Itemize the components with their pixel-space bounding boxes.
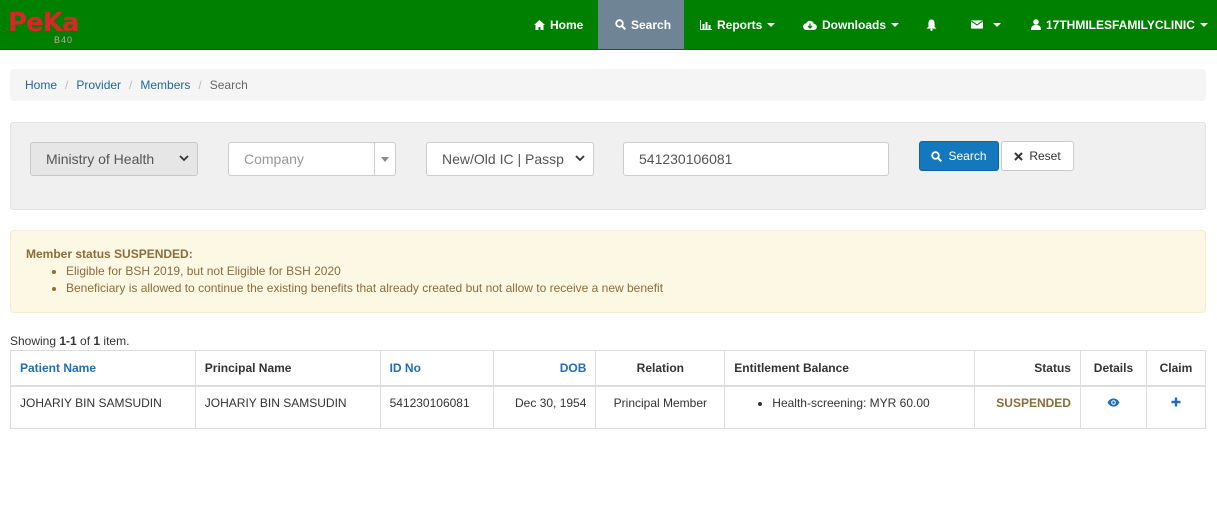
results-summary: Showing 1-1 of 1 item. — [10, 334, 129, 348]
id-number-value: 541230106081 — [639, 151, 733, 167]
breadcrumb-provider[interactable]: Provider — [76, 78, 121, 92]
cell-entitlement: Health-screening: MYR 60.00 — [724, 385, 975, 429]
search-button[interactable]: Search — [919, 141, 999, 171]
remove-icon — [1014, 151, 1024, 161]
search-icon — [931, 150, 943, 162]
chevron-down-icon — [575, 155, 585, 162]
logo-subtext: B40 — [54, 35, 74, 45]
table-header-row: Patient Name Principal Name ID No DOB Re… — [10, 350, 1207, 387]
breadcrumb-home[interactable]: Home — [25, 78, 57, 92]
column-header-id-no[interactable]: ID No — [379, 350, 494, 387]
entitlement-item: Health-screening: MYR 60.00 — [772, 396, 965, 410]
nav-reports-label: Reports — [717, 17, 763, 32]
nav-home-label: Home — [550, 17, 584, 32]
nav-search-label: Search — [631, 17, 672, 32]
column-header-patient-name[interactable]: Patient Name — [10, 350, 196, 387]
company-combobox[interactable]: Company — [228, 142, 396, 176]
column-header-relation: Relation — [595, 350, 726, 387]
id-type-select[interactable]: New/Old IC | Passp — [426, 142, 594, 176]
summary-prefix: Showing — [10, 334, 60, 348]
column-header-claim: Claim — [1145, 350, 1207, 387]
chevron-down-icon — [767, 22, 776, 27]
chevron-down-icon — [891, 22, 900, 27]
column-header-status: Status — [974, 350, 1081, 387]
column-header-principal-name: Principal Name — [194, 350, 381, 387]
breadcrumb: Home / Provider / Members / Search — [10, 69, 1206, 101]
agency-select[interactable]: Ministry of Health — [30, 142, 198, 176]
table-row: JOHARIY BIN SAMSUDIN JOHARIY BIN SAMSUDI… — [10, 385, 1207, 429]
home-icon — [534, 19, 545, 30]
agency-select-value: Ministry of Health — [46, 151, 155, 167]
nav-reports[interactable]: Reports — [700, 0, 790, 49]
cell-patient-name: JOHARIY BIN SAMSUDIN — [10, 385, 196, 429]
bar-chart-icon — [700, 19, 712, 30]
nav-downloads[interactable]: Downloads — [803, 0, 903, 49]
breadcrumb-separator: / — [129, 78, 133, 92]
nav-notifications[interactable] — [926, 0, 942, 49]
company-dropdown-toggle[interactable] — [374, 143, 395, 175]
id-number-input[interactable]: 541230106081 — [623, 142, 889, 176]
alert-item: Eligible for BSH 2019, but not Eligible … — [66, 263, 1190, 280]
cell-details — [1079, 385, 1147, 429]
cell-relation: Principal Member — [595, 385, 726, 429]
nav-messages[interactable] — [971, 0, 1001, 49]
nav-user-label: 17THMILESFAMILYCLINIC — [1046, 17, 1195, 32]
cell-principal-name: JOHARIY BIN SAMSUDIN — [194, 385, 381, 429]
bell-icon — [926, 19, 937, 31]
search-button-label: Search — [948, 149, 987, 163]
logo-text: PeKa — [8, 8, 79, 38]
cell-claim — [1145, 385, 1207, 429]
alert-item: Beneficiary is allowed to continue the e… — [66, 280, 1190, 297]
column-header-dob[interactable]: DOB — [492, 350, 597, 387]
top-navbar: PeKa B40 Home Search Reports Downloads 1… — [0, 0, 1217, 50]
chevron-down-icon — [1199, 22, 1208, 27]
envelope-icon — [971, 20, 983, 29]
nav-user-menu[interactable]: 17THMILESFAMILYCLINIC — [1031, 0, 1211, 49]
search-icon — [615, 19, 626, 30]
cloud-download-icon — [803, 20, 817, 30]
summary-middle: of — [76, 334, 94, 348]
breadcrumb-separator: / — [198, 78, 202, 92]
breadcrumb-separator: / — [65, 78, 69, 92]
alert-list: Eligible for BSH 2019, but not Eligible … — [66, 263, 1190, 297]
user-icon — [1031, 19, 1041, 30]
column-header-details: Details — [1079, 350, 1147, 387]
reset-button-label: Reset — [1029, 149, 1061, 163]
search-panel: Ministry of Health Company New/Old IC | … — [10, 122, 1206, 210]
caret-down-icon — [381, 156, 389, 162]
chevron-down-icon — [179, 155, 189, 162]
company-placeholder: Company — [244, 151, 304, 167]
summary-suffix: item. — [100, 334, 130, 348]
column-header-entitlement: Entitlement Balance — [724, 350, 975, 387]
plus-icon[interactable] — [1171, 397, 1181, 407]
nav-downloads-label: Downloads — [822, 17, 887, 32]
breadcrumb-current: Search — [209, 78, 248, 92]
nav-home[interactable]: Home — [522, 0, 596, 49]
members-table: Patient Name Principal Name ID No DOB Re… — [10, 350, 1207, 429]
id-type-select-value: New/Old IC | Passp — [442, 151, 564, 167]
chevron-down-icon — [993, 22, 1001, 27]
member-status-alert: Member status SUSPENDED: Eligible for BS… — [10, 230, 1206, 313]
peka-logo[interactable]: PeKa B40 — [8, 8, 80, 46]
cell-status: SUSPENDED — [974, 385, 1081, 429]
eye-icon[interactable] — [1107, 398, 1120, 407]
cell-dob: Dec 30, 1954 — [492, 385, 597, 429]
cell-id-no: 541230106081 — [379, 385, 494, 429]
alert-heading: Member status SUSPENDED: — [26, 247, 193, 261]
reset-button[interactable]: Reset — [1001, 141, 1074, 171]
summary-range: 1-1 — [59, 334, 77, 348]
breadcrumb-members[interactable]: Members — [140, 78, 190, 92]
nav-search[interactable]: Search — [598, 0, 684, 49]
